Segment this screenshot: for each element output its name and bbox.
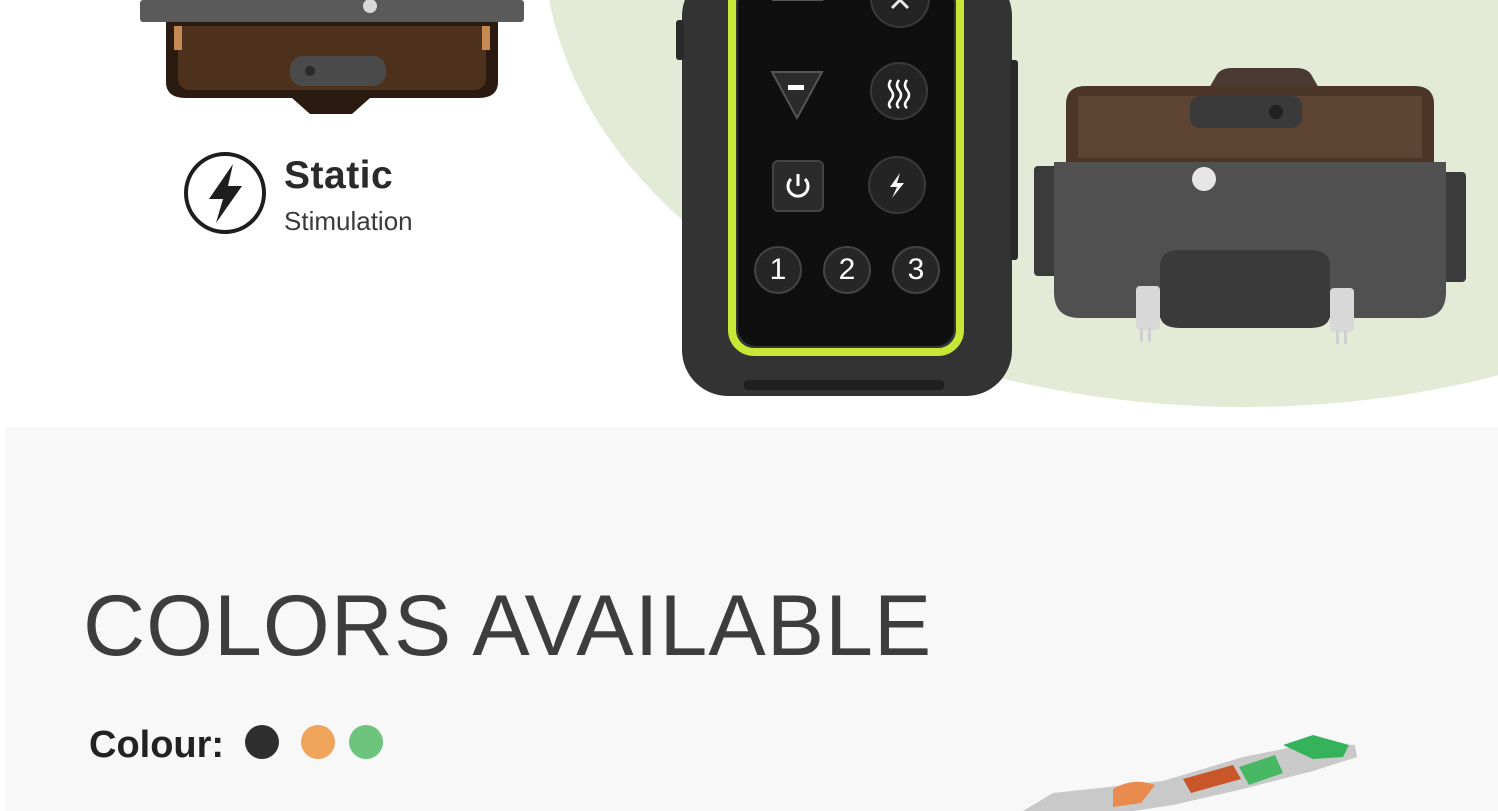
down-arrow-icon	[770, 71, 824, 121]
collar-receiver-bottom-image	[140, 0, 524, 114]
collar-strap-image	[1023, 735, 1357, 811]
feature-subtitle: Stimulation	[284, 206, 413, 236]
colour-label: Colour:	[89, 724, 225, 766]
vibration-button[interactable]	[870, 62, 928, 120]
power-button[interactable]	[772, 160, 824, 212]
channel-3-button[interactable]: 3	[892, 246, 940, 294]
feature-title: Static	[284, 154, 394, 197]
color-swatch-orange[interactable]	[301, 725, 335, 759]
down-arrow-button[interactable]	[768, 68, 826, 122]
color-swatch-black[interactable]	[245, 725, 279, 759]
colors-available-section: COLORS AVAILABLE Colour:	[5, 427, 1498, 811]
lightning-bolt-icon	[184, 152, 266, 234]
beep-icon	[890, 0, 910, 10]
static-stimulation-feature: Static Stimulation	[183, 150, 463, 240]
up-arrow-button[interactable]	[768, 0, 826, 12]
collar-receiver-front-image	[1034, 68, 1466, 344]
shock-button[interactable]	[868, 156, 926, 214]
remote-transmitter: 1 2 3	[674, 0, 1020, 402]
vibration-icon	[887, 79, 911, 109]
tone-button[interactable]	[870, 0, 930, 28]
channel-1-button[interactable]: 1	[754, 246, 802, 294]
up-arrow-icon	[772, 0, 824, 1]
remote-body-image	[676, 0, 1018, 396]
colors-heading: COLORS AVAILABLE	[83, 578, 933, 674]
color-swatch-green[interactable]	[349, 725, 383, 759]
product-banner: Static Stimulation 1 2 3	[0, 0, 1498, 407]
power-icon	[786, 174, 810, 198]
channel-2-button[interactable]: 2	[823, 246, 871, 294]
section-gap	[0, 407, 1498, 427]
lightning-icon	[890, 173, 904, 198]
